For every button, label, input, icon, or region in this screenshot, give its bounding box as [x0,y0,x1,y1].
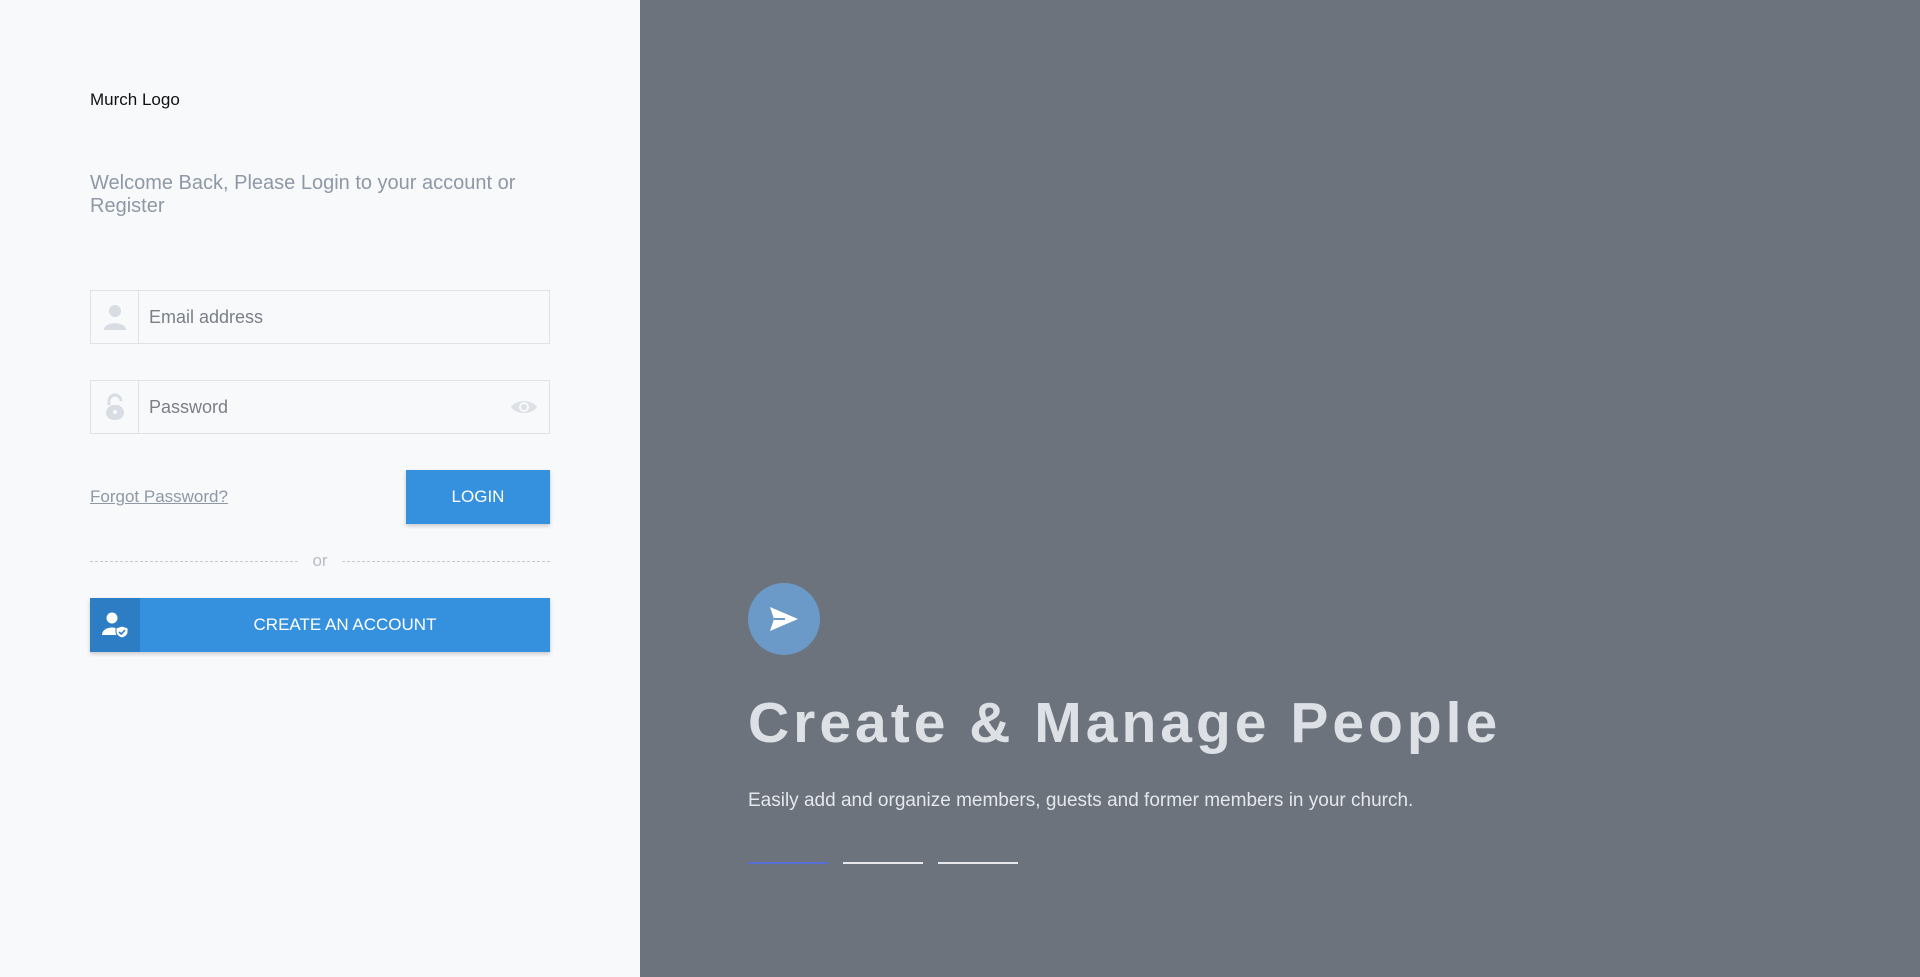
add-user-icon [90,598,140,652]
slide-indicator-1[interactable] [748,862,828,864]
slide-indicators [748,862,1018,864]
slide-indicator-3[interactable] [938,862,1018,864]
login-button[interactable]: LOGIN [406,470,550,524]
divider-text: or [312,551,328,570]
or-divider: or [90,550,550,572]
hero-panel: Create & Manage People Easily add and or… [640,0,1920,977]
forgot-password-link[interactable]: Forgot Password? [90,487,228,507]
send-icon [748,583,820,655]
slide-indicator-2[interactable] [843,862,923,864]
email-field [90,290,550,344]
password-field [90,380,550,434]
hero-subtext: Easily add and organize members, guests … [748,790,1414,811]
lock-icon [91,381,139,433]
divider-line [341,560,550,562]
create-account-label: CREATE AN ACCOUNT [253,615,437,634]
login-panel: Murch Logo Welcome Back, Please Login to… [0,0,640,977]
divider-line [90,560,299,562]
user-icon [91,291,139,343]
create-account-button[interactable]: CREATE AN ACCOUNT [90,598,550,652]
email-input[interactable] [139,290,549,344]
eye-icon[interactable] [499,398,549,416]
password-input[interactable] [139,380,499,434]
welcome-text: Welcome Back, Please Login to your accou… [90,172,516,217]
brand-logo: Murch Logo [90,90,180,109]
hero-headline: Create & Manage People [748,691,1502,755]
